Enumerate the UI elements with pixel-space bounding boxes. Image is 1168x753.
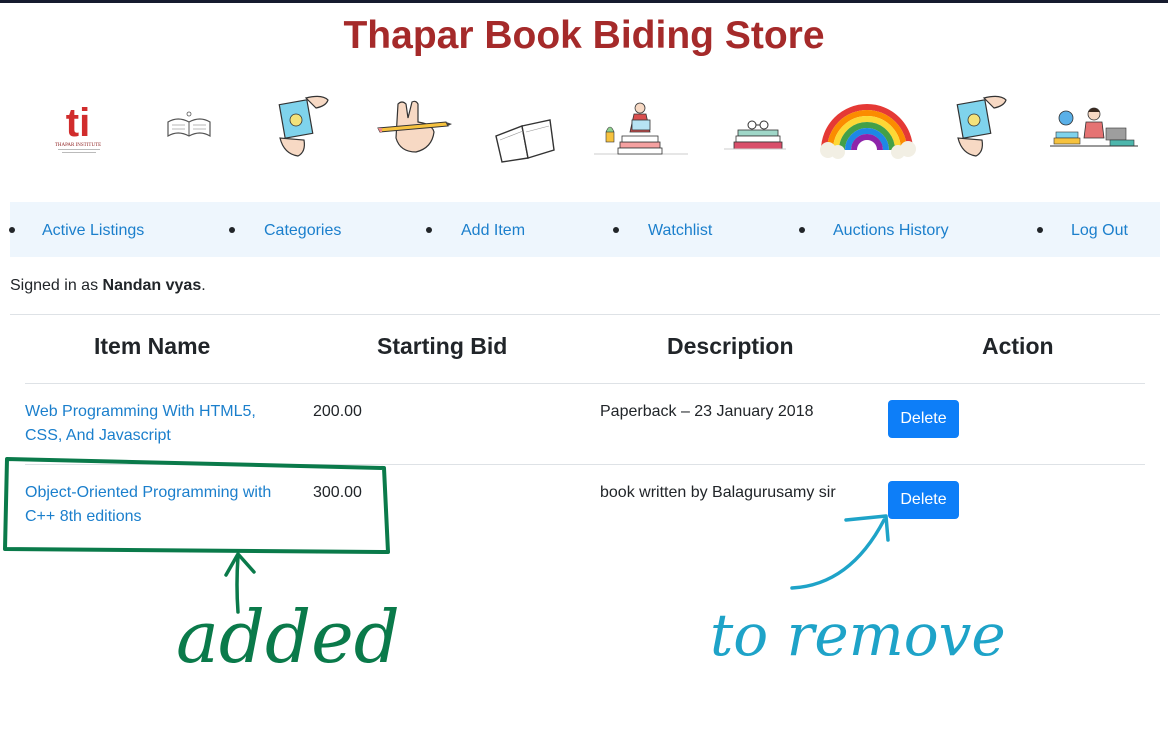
curved-arrow-icon	[790, 514, 890, 590]
annotation-added: added	[176, 595, 400, 679]
annotation-to-remove: to remove	[710, 601, 1006, 669]
highlight-box	[3, 457, 390, 554]
annotation-layer: added to remove	[3, 457, 1006, 679]
